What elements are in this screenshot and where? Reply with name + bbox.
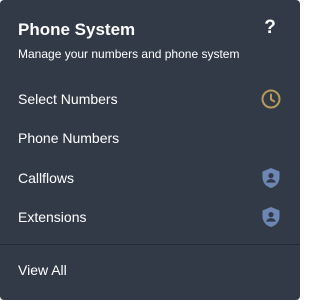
menu-item-callflows[interactable]: Callflows bbox=[0, 158, 300, 198]
menu-item-select-numbers[interactable]: Select Numbers bbox=[0, 79, 300, 119]
panel-title: Phone System bbox=[18, 20, 136, 39]
panel-subtitle: Manage your numbers and phone system bbox=[18, 47, 240, 61]
clock-icon bbox=[260, 88, 282, 110]
menu-item-label: Extensions bbox=[18, 209, 87, 226]
view-all-label: View All bbox=[18, 262, 67, 278]
help-button[interactable]: ? bbox=[260, 16, 280, 40]
menu-item-label: Callflows bbox=[18, 169, 75, 186]
view-all-link[interactable]: View All bbox=[0, 245, 300, 295]
menu-item-label: Phone Numbers bbox=[18, 130, 120, 147]
menu-list: Select Numbers Phone Numbers Callflows E… bbox=[0, 79, 300, 237]
menu-item-label: Select Numbers bbox=[18, 90, 118, 107]
menu-item-extensions[interactable]: Extensions bbox=[0, 198, 300, 238]
shield-user-icon bbox=[260, 206, 282, 228]
menu-item-phone-numbers[interactable]: Phone Numbers bbox=[0, 119, 300, 159]
phone-system-panel: Phone System Manage your numbers and pho… bbox=[0, 0, 300, 300]
shield-user-icon bbox=[260, 167, 282, 189]
panel-header: Phone System Manage your numbers and pho… bbox=[0, 0, 300, 79]
